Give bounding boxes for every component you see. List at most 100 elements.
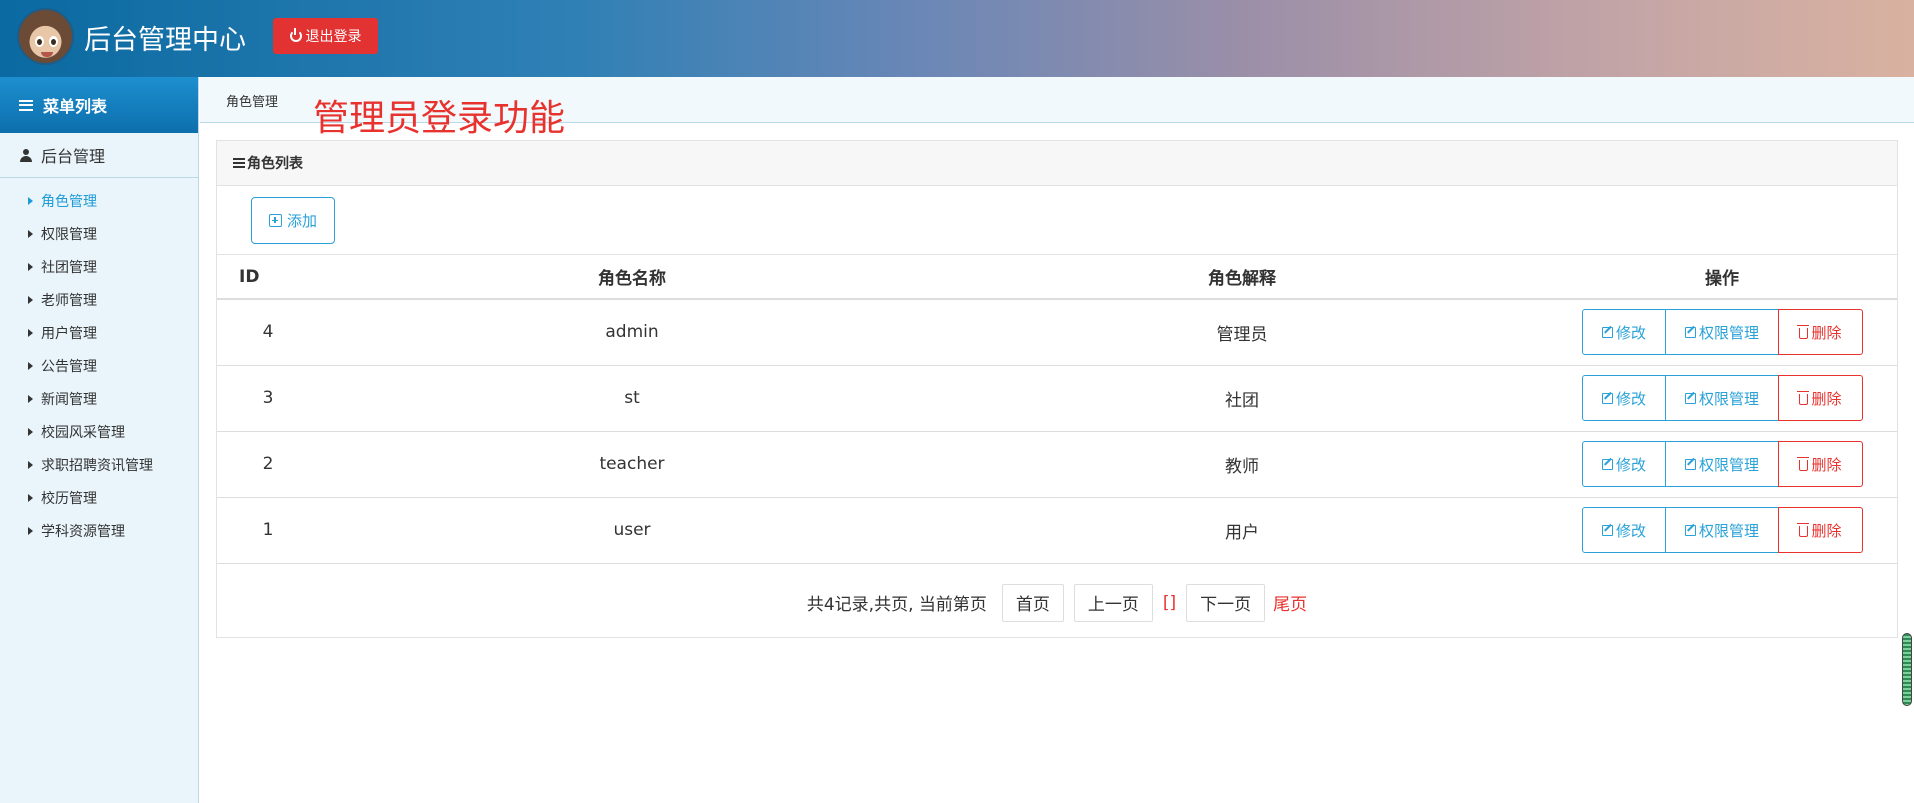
trash-icon bbox=[1797, 522, 1810, 537]
sidebar-item-label: 用户管理 bbox=[41, 325, 97, 342]
permission-label: 权限管理 bbox=[1698, 390, 1759, 408]
scrollbar-thumb[interactable] bbox=[1902, 633, 1912, 706]
sidebar-item-label: 学科资源管理 bbox=[41, 523, 125, 540]
sidebar-item-role[interactable]: 角色管理 bbox=[0, 184, 198, 217]
delete-button[interactable]: 删除 bbox=[1778, 309, 1863, 356]
sidebar-item-resources[interactable]: 学科资源管理 bbox=[0, 514, 198, 547]
next-page-button[interactable]: 下一页 bbox=[1186, 583, 1266, 622]
sidebar-item-teacher[interactable]: 老师管理 bbox=[0, 283, 198, 316]
table-header-row: ID 角色名称 角色解释 操作 bbox=[217, 255, 1897, 300]
cell-actions: 修改 权限管理 删除 bbox=[1547, 497, 1897, 564]
cell-name: user bbox=[327, 497, 937, 564]
caret-right-icon bbox=[28, 427, 33, 436]
caret-right-icon bbox=[28, 394, 33, 403]
delete-label: 删除 bbox=[1811, 456, 1842, 474]
prev-page-button[interactable]: 上一页 bbox=[1073, 583, 1153, 622]
pagination: 共4记录,共页, 当前第页 首页 上一页 [] 下一页 尾页 bbox=[217, 564, 1897, 642]
delete-button[interactable]: 删除 bbox=[1778, 375, 1863, 421]
column-header-id: ID bbox=[217, 255, 327, 300]
plus-square-icon bbox=[268, 214, 282, 227]
sidebar-item-notice[interactable]: 公告管理 bbox=[0, 349, 198, 382]
list-icon bbox=[233, 158, 245, 168]
site-title: 后台管理中心 bbox=[84, 25, 246, 56]
sidebar-item-permission[interactable]: 权限管理 bbox=[0, 217, 198, 250]
trash-icon bbox=[1797, 324, 1810, 339]
caret-right-icon bbox=[28, 460, 33, 469]
user-icon bbox=[20, 148, 32, 162]
column-header-actions: 操作 bbox=[1547, 255, 1897, 300]
breadcrumb: 角色管理 bbox=[226, 95, 279, 110]
current-page: [] bbox=[1162, 592, 1177, 613]
sidebar-item-club[interactable]: 社团管理 bbox=[0, 250, 198, 283]
avatar bbox=[17, 8, 74, 65]
permission-button[interactable]: 权限管理 bbox=[1665, 507, 1779, 553]
toolbar: 添加 bbox=[217, 186, 1897, 255]
sidebar-item-label: 权限管理 bbox=[41, 226, 97, 243]
sidebar-item-label: 社团管理 bbox=[41, 259, 97, 276]
edit-button[interactable]: 修改 bbox=[1582, 375, 1666, 421]
table-row: 2 teacher 教师 修改 权限管理 删除 bbox=[217, 431, 1897, 498]
caret-right-icon bbox=[28, 493, 33, 502]
permission-button[interactable]: 权限管理 bbox=[1665, 309, 1779, 356]
caret-right-icon bbox=[28, 262, 33, 271]
edit-icon bbox=[1684, 392, 1696, 404]
caret-right-icon bbox=[28, 328, 33, 337]
menu-list-icon bbox=[19, 99, 33, 111]
permission-button[interactable]: 权限管理 bbox=[1665, 375, 1779, 421]
sidebar: 菜单列表 后台管理 角色管理 权限管理 社团管理 老师管理 用户管理 公告管理 … bbox=[0, 77, 199, 803]
cell-desc: 社团 bbox=[937, 365, 1547, 432]
edit-icon bbox=[1601, 392, 1613, 404]
column-header-name: 角色名称 bbox=[327, 255, 937, 300]
permission-label: 权限管理 bbox=[1698, 522, 1759, 540]
delete-button[interactable]: 删除 bbox=[1778, 441, 1863, 487]
edit-label: 修改 bbox=[1615, 324, 1646, 342]
cell-actions: 修改 权限管理 删除 bbox=[1547, 299, 1897, 366]
sidebar-item-news[interactable]: 新闻管理 bbox=[0, 382, 198, 415]
cell-id: 2 bbox=[217, 431, 327, 498]
add-button[interactable]: 添加 bbox=[251, 197, 335, 244]
table-row: 1 user 用户 修改 权限管理 删除 bbox=[217, 497, 1897, 564]
caret-right-icon bbox=[28, 229, 33, 238]
role-list-panel: 角色列表 添加 ID 角色名称 角色解释 操作 4 admin 管理员 修改 权… bbox=[216, 140, 1898, 638]
first-page-button[interactable]: 首页 bbox=[1001, 583, 1064, 622]
delete-button[interactable]: 删除 bbox=[1778, 507, 1863, 553]
sidebar-item-jobs[interactable]: 求职招聘资讯管理 bbox=[0, 448, 198, 481]
edit-button[interactable]: 修改 bbox=[1582, 441, 1666, 487]
main-content: 角色管理 管理员登录功能 角色列表 添加 ID 角色名称 角色解释 操作 4 a… bbox=[200, 77, 1914, 803]
delete-label: 删除 bbox=[1811, 324, 1842, 342]
sidebar-item-label: 校园风采管理 bbox=[41, 424, 125, 441]
edit-icon bbox=[1684, 524, 1696, 536]
add-label: 添加 bbox=[286, 213, 317, 230]
cell-name: admin bbox=[327, 299, 937, 366]
cell-id: 4 bbox=[217, 299, 327, 366]
sidebar-group-admin[interactable]: 后台管理 bbox=[0, 133, 198, 178]
sidebar-item-label: 老师管理 bbox=[41, 292, 97, 309]
cell-actions: 修改 权限管理 删除 bbox=[1547, 431, 1897, 498]
caret-right-icon bbox=[28, 196, 33, 205]
sidebar-item-campus-style[interactable]: 校园风采管理 bbox=[0, 415, 198, 448]
logout-button[interactable]: 退出登录 bbox=[273, 18, 378, 54]
last-page-link[interactable]: 尾页 bbox=[1273, 590, 1307, 615]
sidebar-title: 菜单列表 bbox=[43, 97, 108, 116]
sidebar-item-calendar[interactable]: 校历管理 bbox=[0, 481, 198, 514]
caret-right-icon bbox=[28, 295, 33, 304]
permission-button[interactable]: 权限管理 bbox=[1665, 441, 1779, 487]
edit-button[interactable]: 修改 bbox=[1582, 507, 1666, 553]
column-header-desc: 角色解释 bbox=[937, 255, 1547, 300]
edit-button[interactable]: 修改 bbox=[1582, 309, 1666, 356]
table-row: 3 st 社团 修改 权限管理 删除 bbox=[217, 365, 1897, 432]
edit-label: 修改 bbox=[1615, 390, 1646, 408]
breadcrumb-bar: 角色管理 管理员登录功能 bbox=[200, 77, 1914, 139]
pagination-info: 共4记录,共页, 当前第页 bbox=[806, 595, 987, 615]
edit-icon bbox=[1601, 458, 1613, 470]
cell-name: teacher bbox=[327, 431, 937, 498]
sidebar-item-label: 公告管理 bbox=[41, 358, 97, 375]
top-header: 后台管理中心 退出登录 bbox=[0, 0, 1914, 77]
caret-right-icon bbox=[28, 526, 33, 535]
cell-desc: 管理员 bbox=[937, 299, 1547, 366]
sidebar-item-label: 角色管理 bbox=[41, 193, 97, 210]
sidebar-header: 菜单列表 bbox=[0, 77, 198, 133]
sidebar-item-user[interactable]: 用户管理 bbox=[0, 316, 198, 349]
delete-label: 删除 bbox=[1811, 390, 1842, 408]
trash-icon bbox=[1797, 390, 1810, 405]
